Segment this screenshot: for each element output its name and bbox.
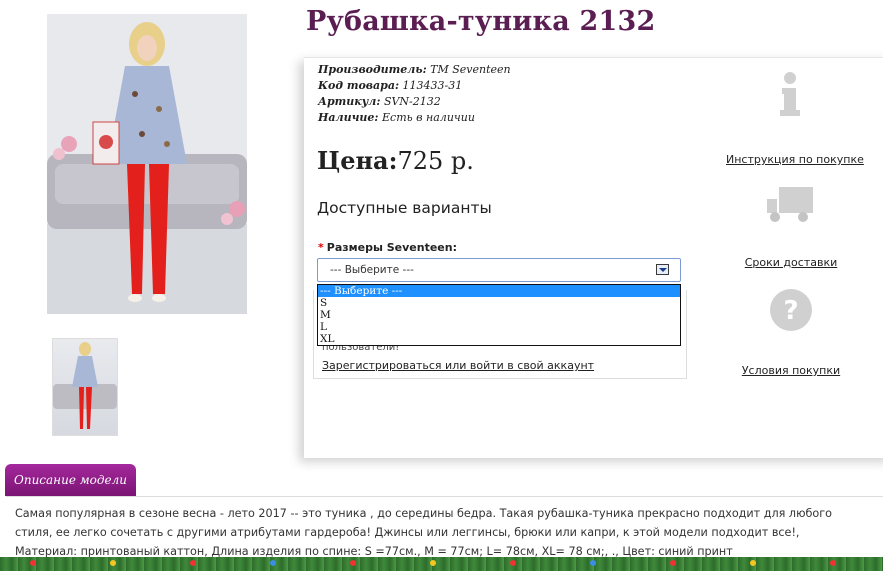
- meta-product-code: Код товара: 113433-31: [318, 79, 463, 92]
- meta-article: Артикул: SVN-2132: [318, 95, 441, 108]
- product-meta: Производитель: TM Seventeen Код товара: …: [318, 62, 511, 126]
- sidebar-link-terms[interactable]: Условия покупки: [742, 364, 840, 377]
- garland-bulb: [830, 560, 836, 566]
- size-label: * Размеры Seventeen:: [318, 241, 457, 254]
- sidebar-item-terms[interactable]: ? Условия покупки: [740, 287, 842, 378]
- product-title: Рубашка-туника 2132: [306, 6, 656, 37]
- garland-bulb: [750, 560, 756, 566]
- sidebar-link-delivery[interactable]: Сроки доставки: [745, 256, 838, 269]
- garland-bulb: [30, 560, 36, 566]
- size-select[interactable]: --- Выберите ---: [317, 258, 681, 282]
- garland-bulb: [510, 560, 516, 566]
- sidebar-item-delivery[interactable]: Сроки доставки: [742, 183, 840, 270]
- product-thumbnail[interactable]: [52, 338, 118, 436]
- garland-bulb: [430, 560, 436, 566]
- product-price: Цена:725 р.: [317, 146, 474, 175]
- truck-icon: [767, 187, 813, 222]
- garland-bulb: [110, 560, 116, 566]
- sidebar-link-instructions[interactable]: Инструкция по покупке: [726, 153, 864, 166]
- login-register-link[interactable]: Зарегистрироваться или войти в свой акка…: [322, 359, 594, 372]
- size-select-value: --- Выберите ---: [330, 264, 414, 276]
- description-text: Самая популярная в сезоне весна - лето 2…: [15, 507, 832, 558]
- product-main-image[interactable]: [47, 14, 247, 314]
- garland-bulb: [350, 560, 356, 566]
- info-icon: [780, 72, 800, 116]
- variants-heading: Доступные варианты: [317, 199, 492, 217]
- svg-text:?: ?: [783, 296, 798, 326]
- size-dropdown-list[interactable]: --- Выберите --- S M L XL: [317, 284, 681, 346]
- tab-description[interactable]: Описание модели: [5, 464, 136, 496]
- garland-bulb: [190, 560, 196, 566]
- size-option[interactable]: M: [318, 309, 680, 321]
- size-option[interactable]: L: [318, 321, 680, 333]
- meta-availability: Наличие: Есть в наличии: [318, 111, 475, 124]
- size-option[interactable]: S: [318, 297, 680, 309]
- garland-bulb: [670, 560, 676, 566]
- garland-bulb: [590, 560, 596, 566]
- size-option[interactable]: XL: [318, 333, 680, 345]
- sidebar-item-instructions[interactable]: Инструкция по покупке: [726, 70, 864, 167]
- dropdown-arrow-icon[interactable]: [656, 264, 669, 275]
- meta-manufacturer: Производитель: TM Seventeen: [318, 63, 511, 76]
- question-icon: ?: [770, 289, 812, 331]
- size-option[interactable]: --- Выберите ---: [318, 285, 680, 297]
- garland-bulb: [270, 560, 276, 566]
